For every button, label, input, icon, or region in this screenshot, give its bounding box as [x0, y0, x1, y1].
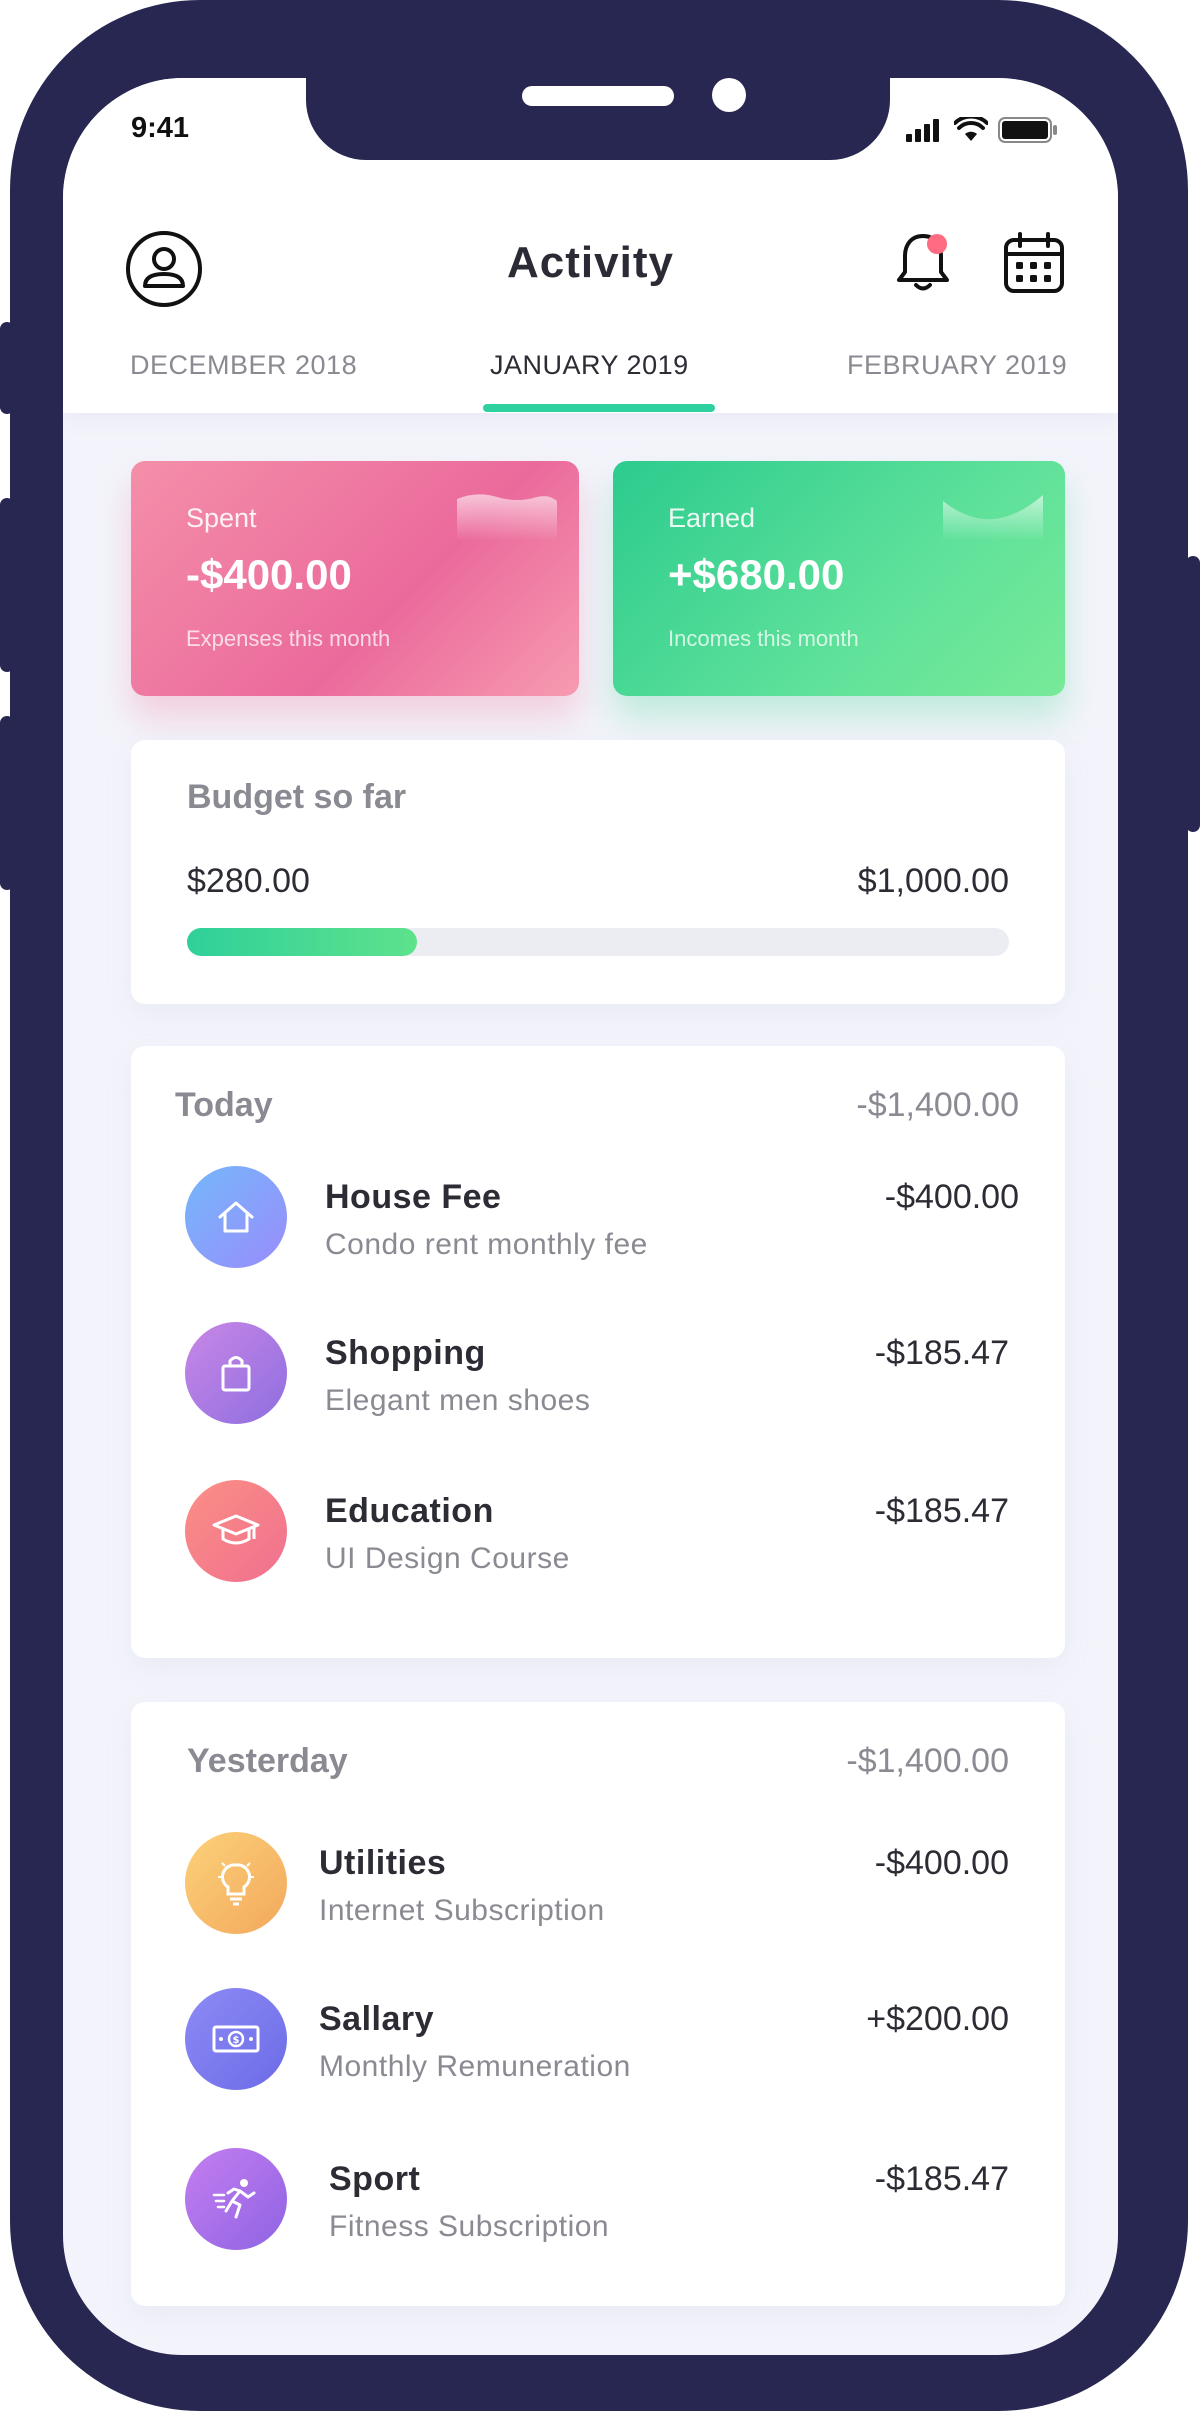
signal-icon [906, 119, 939, 142]
spent-sparkline-icon [457, 494, 557, 541]
spent-amount: -$400.00 [186, 551, 352, 598]
transaction-shopping[interactable]: Shopping Elegant men shoes -$185.47 [131, 1322, 1065, 1432]
earned-card[interactable]: Earned +$680.00 Incomes this month [613, 461, 1065, 696]
transaction-house-fee[interactable]: House Fee Condo rent monthly fee -$400.0… [131, 1166, 1065, 1276]
earned-amount: +$680.00 [668, 551, 845, 598]
budget-current: $280.00 [187, 862, 310, 900]
section-title-today: Today [175, 1086, 273, 1124]
spent-subtitle: Expenses this month [186, 626, 391, 651]
transaction-subtitle: Condo rent monthly fee [325, 1228, 648, 1261]
transaction-title: Shopping [325, 1334, 486, 1372]
budget-progress-fill [187, 928, 418, 956]
banknote-icon: $ [185, 1988, 287, 2090]
transaction-title: House Fee [325, 1178, 502, 1216]
speaker [522, 86, 674, 106]
shopping-bag-icon [185, 1322, 287, 1424]
transaction-subtitle: Fitness Subscription [329, 2210, 610, 2243]
budget-panel: Budget so far $280.00 $1,000.00 [131, 740, 1065, 1004]
earned-label: Earned [668, 503, 756, 533]
transaction-subtitle: Internet Subscription [319, 1894, 605, 1927]
earned-subtitle: Incomes this month [668, 626, 859, 651]
budget-progress-track [187, 928, 1009, 956]
transaction-sallary[interactable]: $ Sallary Monthly Remuneration +$200.00 [131, 1988, 1065, 2098]
transaction-title: Sport [329, 2160, 421, 2198]
status-time: 9:41 [131, 112, 190, 144]
section-total-yesterday: -$1,400.00 [846, 1742, 1009, 1780]
budget-title: Budget so far [187, 778, 407, 816]
budget-total: $1,000.00 [857, 862, 1009, 900]
page-title: Activity [507, 238, 674, 287]
calendar-icon[interactable] [1003, 232, 1065, 294]
tab-february-2019[interactable]: FEBRUARY 2019 [847, 350, 1067, 381]
section-total-today: -$1,400.00 [856, 1086, 1019, 1124]
running-icon [185, 2148, 287, 2250]
transaction-education[interactable]: Education UI Design Course -$185.47 [131, 1480, 1065, 1590]
wifi-icon [954, 117, 988, 141]
status-icons [904, 116, 1058, 144]
transaction-title: Education [325, 1492, 494, 1530]
tab-january-2019[interactable]: JANUARY 2019 [490, 350, 689, 381]
phone-screen: 9:41 Activity DECEMBER 2018 JANUARY 2019… [63, 78, 1118, 2355]
earned-sparkline-icon [943, 495, 1043, 541]
yesterday-section: Yesterday -$1,400.00 Utilities Internet … [131, 1702, 1065, 2306]
spent-card[interactable]: Spent -$400.00 Expenses this month [131, 461, 579, 696]
notification-dot [927, 234, 947, 254]
transaction-title: Utilities [319, 1844, 447, 1882]
svg-text:$: $ [233, 2035, 240, 2046]
lightbulb-icon [185, 1832, 287, 1934]
transaction-title: Sallary [319, 2000, 435, 2038]
transaction-subtitle: Elegant men shoes [325, 1384, 591, 1417]
transaction-amount: -$400.00 [874, 1844, 1009, 1882]
transaction-amount: -$185.47 [874, 2160, 1009, 2198]
battery-icon [998, 117, 1057, 143]
transaction-utilities[interactable]: Utilities Internet Subscription -$400.00 [131, 1832, 1065, 1942]
camera [712, 78, 746, 112]
today-section: Today -$1,400.00 House Fee Condo rent mo… [131, 1046, 1065, 1658]
home-icon [185, 1166, 287, 1268]
active-tab-indicator [483, 404, 715, 412]
graduation-cap-icon [185, 1480, 287, 1582]
transaction-subtitle: UI Design Course [325, 1542, 570, 1575]
transaction-amount: +$200.00 [866, 2000, 1009, 2038]
transaction-sport[interactable]: Sport Fitness Subscription -$185.47 [131, 2148, 1065, 2258]
transaction-amount: -$400.00 [884, 1178, 1019, 1216]
spent-label: Spent [186, 503, 257, 533]
power-button [1186, 556, 1200, 832]
transaction-amount: -$185.47 [874, 1492, 1009, 1530]
section-title-yesterday: Yesterday [187, 1742, 348, 1780]
transaction-subtitle: Monthly Remuneration [319, 2050, 631, 2083]
transaction-amount: -$185.47 [874, 1334, 1009, 1372]
tab-december-2018[interactable]: DECEMBER 2018 [130, 350, 357, 381]
